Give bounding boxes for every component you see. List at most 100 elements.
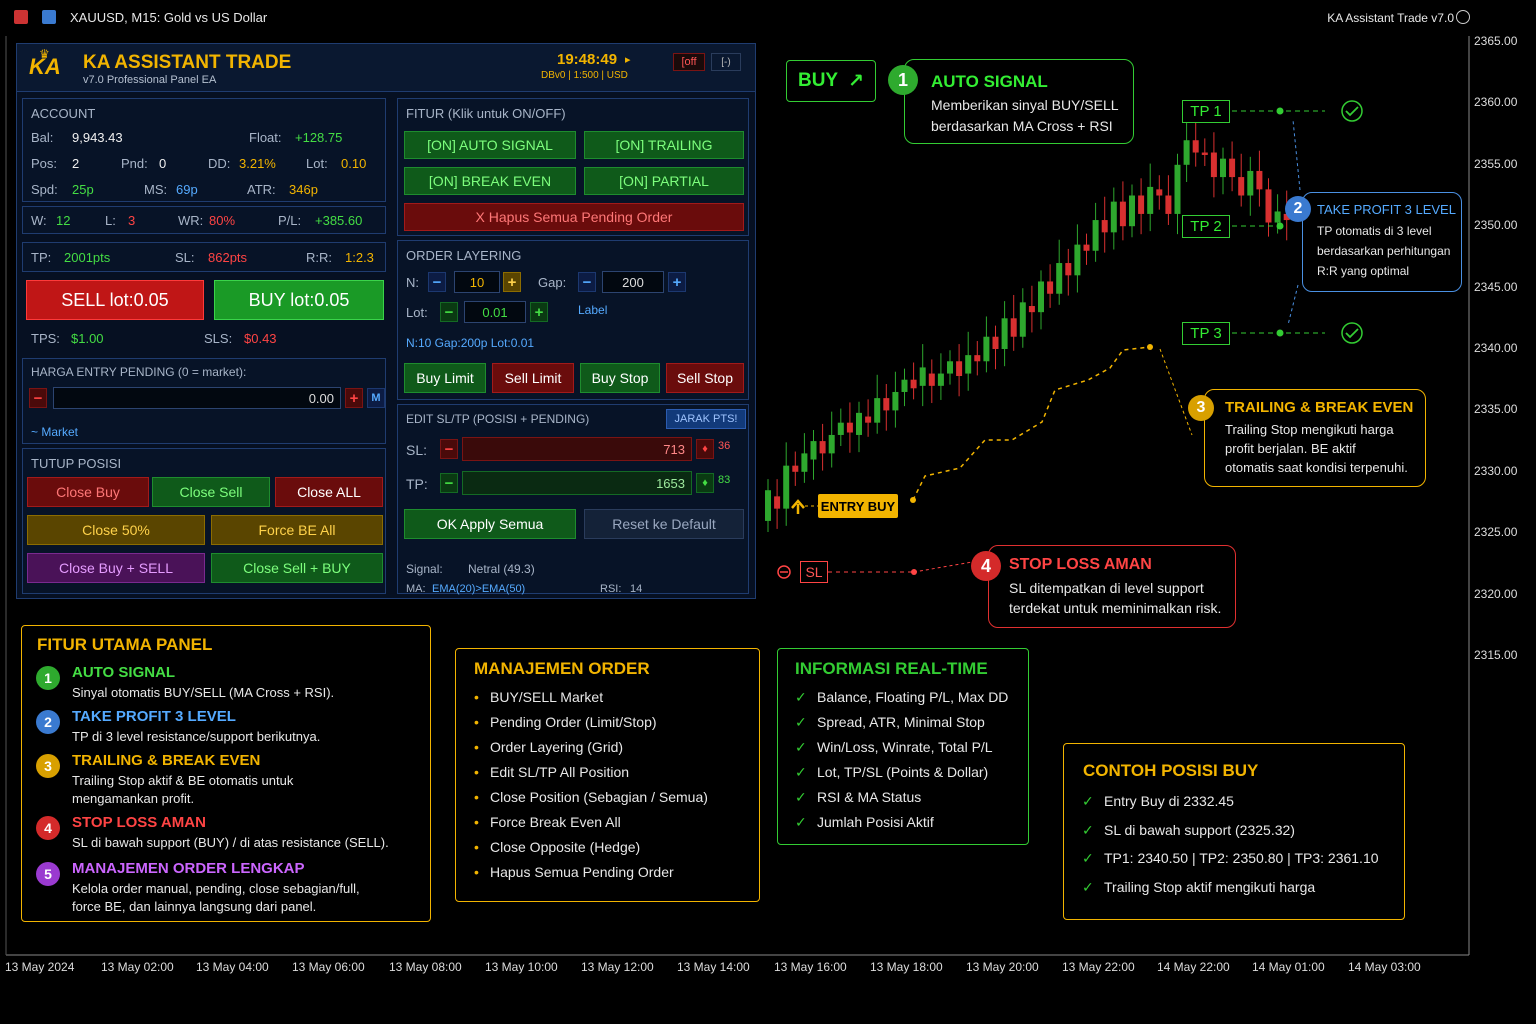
market-link[interactable]: ~ Market [31, 425, 78, 439]
edit-tp-label: TP: [406, 476, 428, 492]
list-item-text: Win/Loss, Winrate, Total P/L [817, 739, 993, 755]
ka-logo: KA [29, 54, 61, 79]
fitur-item-desc2: force BE, dan lainnya langsung dari pane… [72, 899, 317, 914]
time-label: 13 May 10:00 [485, 960, 558, 974]
sl-plus-icon[interactable]: ♦ [696, 439, 714, 459]
lot-plus-button[interactable]: + [530, 302, 548, 322]
ma-label: MA: [406, 583, 426, 595]
rsi-value: 14 [630, 583, 643, 595]
market-m-button[interactable]: M [367, 388, 385, 408]
time-label: 13 May 02:00 [101, 960, 174, 974]
fitur-item-title: MANAJEMEN ORDER LENGKAP [72, 860, 305, 877]
minimize-button[interactable]: [-) [711, 53, 741, 71]
callout3-title: TRAILING & BREAK EVEN [1225, 399, 1414, 416]
list-item-text: Force Break Even All [490, 814, 621, 830]
candle-body [774, 496, 781, 509]
close-buy-sell-button[interactable]: Close Buy + SELL [27, 553, 205, 583]
time-label: 13 May 12:00 [581, 960, 654, 974]
callout1-line2: berdasarkan MA Cross + RSI [931, 118, 1113, 134]
jarak-pts-button[interactable]: JARAK PTS! [666, 409, 746, 429]
buy-limit-button[interactable]: Buy Limit [404, 363, 486, 393]
check-icon: ✓ [1082, 793, 1094, 809]
gap-plus-button[interactable]: + [668, 272, 686, 292]
close-50-button[interactable]: Close 50% [27, 515, 205, 545]
candle-body [1074, 244, 1081, 276]
candle-body [983, 336, 990, 362]
candle-body [1174, 164, 1181, 214]
buy-stop-button[interactable]: Buy Stop [580, 363, 660, 393]
rsi-label: RSI: [600, 583, 622, 595]
gap-minus-button[interactable]: − [578, 272, 596, 292]
candle-body [1047, 281, 1054, 294]
time-label: 13 May 18:00 [870, 960, 943, 974]
candle-body [865, 416, 872, 423]
signal-label: Signal: [406, 562, 443, 576]
close-buy-button[interactable]: Close Buy [27, 477, 149, 507]
callout3-line2: profit berjalan. BE aktif [1225, 441, 1356, 456]
w-label: W: [31, 213, 47, 228]
account-header: ACCOUNT [31, 106, 96, 121]
fitur-number-badge: 1 [36, 666, 60, 690]
toggle-break-even[interactable]: [ON] BREAK EVEN [404, 167, 576, 195]
sell-stop-button[interactable]: Sell Stop [666, 363, 744, 393]
candle-body [1192, 140, 1199, 153]
buy-button[interactable]: BUY lot:0.05 [214, 280, 384, 320]
tp-plus-icon[interactable]: ♦ [696, 473, 714, 493]
lot-label: Lot: [306, 156, 328, 171]
wr-label: WR: [178, 213, 204, 228]
list-item: • Close Opposite (Hedge) [474, 839, 640, 855]
toggle-auto-signal[interactable]: [ON] AUTO SIGNAL [404, 131, 576, 159]
panel-subtitle: v7.0 Professional Panel EA [83, 74, 217, 86]
buy-signal-badge[interactable]: BUY ↗ [786, 60, 876, 102]
n-input[interactable]: 10 [454, 271, 500, 293]
label-link[interactable]: Label [578, 303, 607, 317]
fitur-item-desc: SL di bawah support (BUY) / di atas resi… [72, 835, 389, 850]
n-plus-button[interactable]: + [503, 272, 521, 292]
toggle-partial[interactable]: [ON] PARTIAL [584, 167, 744, 195]
reset-default-button[interactable]: Reset ke Default [584, 509, 744, 539]
sell-limit-button[interactable]: Sell Limit [492, 363, 574, 393]
tp-minus-button[interactable]: − [440, 473, 458, 493]
edit-sl-label: SL: [406, 442, 428, 458]
server-clock: 19:48:49 [557, 51, 618, 68]
sl-input[interactable]: 713 [462, 437, 692, 461]
candle-body [1129, 195, 1135, 227]
fitur-item-title: STOP LOSS AMAN [72, 814, 206, 831]
lot-input[interactable]: 0.01 [464, 301, 526, 323]
sls-value: $0.43 [244, 331, 277, 346]
l-label: L: [105, 213, 116, 228]
gap-input[interactable]: 200 [602, 271, 664, 293]
pl-value: +385.60 [315, 213, 363, 228]
tp-input[interactable]: 1653 [462, 471, 692, 495]
entry-arrow-icon [791, 499, 805, 514]
tp1-dot [1276, 107, 1284, 115]
spd-label: Spd: [31, 182, 58, 197]
pending-minus-button[interactable]: − [29, 388, 47, 408]
toggle-trailing[interactable]: [ON] TRAILING [584, 131, 744, 159]
check-icon: ✓ [795, 739, 807, 755]
list-item-text: Pending Order (Limit/Stop) [490, 714, 657, 730]
close-sell-button[interactable]: Close Sell [152, 477, 270, 507]
candle-body [1165, 195, 1172, 214]
check-icon: ✓ [1082, 878, 1094, 895]
lot-minus-button[interactable]: − [440, 302, 458, 322]
delete-pending-button[interactable]: X Hapus Semua Pending Order [404, 203, 744, 231]
candle-body [1065, 263, 1072, 276]
sell-button[interactable]: SELL lot:0.05 [26, 280, 204, 320]
candle-body [1201, 152, 1208, 155]
sl-minus-button[interactable]: − [440, 439, 458, 459]
candle-body [1247, 170, 1254, 196]
n-minus-button[interactable]: − [428, 272, 446, 292]
off-button[interactable]: [off [673, 53, 705, 71]
close-all-button[interactable]: Close ALL [275, 477, 383, 507]
candle-body [856, 412, 862, 435]
force-be-button[interactable]: Force BE All [211, 515, 383, 545]
pending-plus-button[interactable]: + [345, 388, 363, 408]
pending-price-input[interactable]: 0.00 [53, 387, 341, 409]
apply-all-button[interactable]: OK Apply Semua [404, 509, 576, 539]
close-sell-buy-button[interactable]: Close Sell + BUY [211, 553, 383, 583]
pnd-value: 0 [159, 156, 167, 171]
fitur-number-badge: 4 [36, 816, 60, 840]
candle-body [1210, 152, 1217, 178]
list-item: ✓ Spread, ATR, Minimal Stop [795, 714, 985, 731]
